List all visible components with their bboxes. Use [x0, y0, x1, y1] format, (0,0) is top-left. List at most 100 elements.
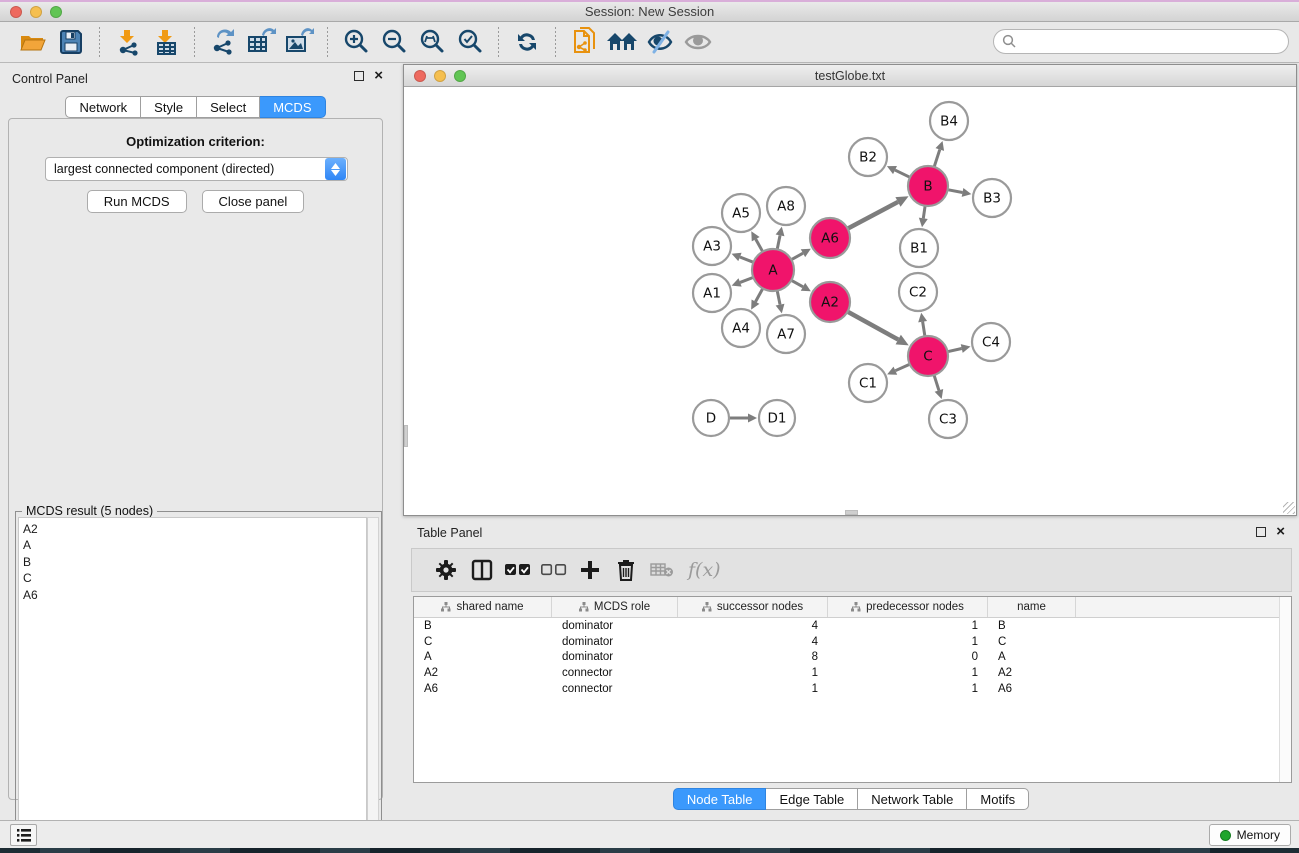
table-cell[interactable]: 0: [828, 651, 988, 663]
table-cell[interactable]: connector: [552, 683, 678, 695]
table-cell[interactable]: 1: [828, 667, 988, 679]
edge-A-A5[interactable]: [756, 239, 763, 252]
delete-table-icon[interactable]: [644, 554, 680, 586]
graph-node-A2[interactable]: A2: [810, 282, 850, 322]
table-row[interactable]: Cdominator41C: [414, 634, 1291, 650]
edge-C-C3[interactable]: [934, 375, 939, 390]
column-header-MCDS-role[interactable]: MCDS role: [552, 597, 678, 617]
graph-node-A7[interactable]: A7: [767, 315, 805, 353]
create-column-plus-icon[interactable]: [572, 554, 608, 586]
network-window-titlebar[interactable]: testGlobe.txt: [404, 65, 1296, 87]
show-graphics-eye-icon[interactable]: [682, 27, 714, 57]
import-table-icon[interactable]: [150, 27, 182, 57]
edge-C-C4[interactable]: [948, 349, 962, 352]
graph-node-C2[interactable]: C2: [899, 273, 937, 311]
table-cell[interactable]: A: [414, 651, 552, 663]
edge-A-A8[interactable]: [777, 235, 780, 249]
graph-node-A8[interactable]: A8: [767, 187, 805, 225]
edge-B-B1[interactable]: [923, 206, 925, 219]
graph-node-B2[interactable]: B2: [849, 138, 887, 176]
zoom-in-icon[interactable]: [340, 27, 372, 57]
export-image-icon[interactable]: [283, 27, 315, 57]
zoom-fit-icon[interactable]: [416, 27, 448, 57]
table-cell[interactable]: 4: [678, 636, 828, 648]
memory-button[interactable]: Memory: [1209, 824, 1291, 846]
table-cell[interactable]: C: [988, 636, 1076, 648]
node-table[interactable]: shared nameMCDS rolesuccessor nodesprede…: [413, 596, 1292, 783]
tab-mcds[interactable]: MCDS: [260, 96, 325, 118]
table-scrollbar[interactable]: [1279, 597, 1291, 782]
close-panel-icon[interactable]: ×: [374, 71, 383, 81]
refresh-icon[interactable]: [511, 27, 543, 57]
graph-node-B[interactable]: B: [908, 166, 948, 206]
edge-A-A4[interactable]: [755, 288, 762, 301]
show-column-panel-icon[interactable]: [464, 554, 500, 586]
graph-node-C[interactable]: C: [908, 336, 948, 376]
horizontal-scroll-stub[interactable]: [845, 510, 858, 515]
edge-A-A1[interactable]: [740, 277, 753, 282]
select-all-checkboxes-icon[interactable]: [500, 554, 536, 586]
graph-node-B3[interactable]: B3: [973, 179, 1011, 217]
float-panel-icon[interactable]: [354, 71, 364, 81]
edge-A-A3[interactable]: [740, 257, 754, 262]
table-row[interactable]: A6connector11A6: [414, 681, 1291, 697]
column-header-name[interactable]: name: [988, 597, 1076, 617]
network-from-document-icon[interactable]: [568, 27, 600, 57]
edge-A-A7[interactable]: [777, 291, 780, 305]
table-cell[interactable]: 1: [678, 667, 828, 679]
edge-A2-C[interactable]: [848, 312, 899, 340]
table-cell[interactable]: C: [414, 636, 552, 648]
tab-network[interactable]: Network: [65, 96, 141, 118]
column-header-shared-name[interactable]: shared name: [414, 597, 552, 617]
table-cell[interactable]: 1: [828, 683, 988, 695]
edge-A6-B[interactable]: [848, 202, 898, 229]
graph-node-C3[interactable]: C3: [929, 400, 967, 438]
delete-columns-trash-icon[interactable]: [608, 554, 644, 586]
edge-B-B4[interactable]: [934, 150, 940, 167]
table-row[interactable]: A2connector11A2: [414, 665, 1291, 681]
search-input[interactable]: [1017, 32, 1288, 52]
table-tab-node-table[interactable]: Node Table: [673, 788, 767, 810]
table-tab-network-table[interactable]: Network Table: [858, 788, 967, 810]
edge-B-B3[interactable]: [948, 190, 963, 193]
table-cell[interactable]: A: [988, 651, 1076, 663]
table-cell[interactable]: 4: [678, 620, 828, 632]
network-graph[interactable]: B4B2BB3A8A5B1A3A6AA1C2A2A4A7CC4C1C3DD1: [404, 87, 1296, 515]
table-cell[interactable]: dominator: [552, 620, 678, 632]
table-cell[interactable]: B: [988, 620, 1076, 632]
show-panels-list-button[interactable]: [10, 824, 37, 846]
tab-style[interactable]: Style: [141, 96, 197, 118]
table-cell[interactable]: 1: [828, 636, 988, 648]
graph-node-D[interactable]: D: [693, 400, 729, 436]
graph-node-A1[interactable]: A1: [693, 274, 731, 312]
open-session-icon[interactable]: [17, 27, 49, 57]
table-cell[interactable]: A6: [988, 683, 1076, 695]
edge-A-A2[interactable]: [791, 280, 803, 287]
graph-node-A6[interactable]: A6: [810, 218, 850, 258]
close-panel-button[interactable]: Close panel: [202, 190, 305, 213]
result-item[interactable]: A2: [23, 521, 366, 537]
column-header-successor-nodes[interactable]: successor nodes: [678, 597, 828, 617]
edge-B-B2[interactable]: [895, 170, 910, 177]
edge-C-C2[interactable]: [923, 322, 925, 337]
vertical-scroll-stub[interactable]: [404, 425, 408, 447]
deselect-all-checkboxes-icon[interactable]: [536, 554, 572, 586]
network-canvas[interactable]: B4B2BB3A8A5B1A3A6AA1C2A2A4A7CC4C1C3DD1: [404, 87, 1296, 515]
graph-node-A3[interactable]: A3: [693, 227, 731, 265]
table-row[interactable]: Adominator80A: [414, 650, 1291, 666]
table-cell[interactable]: connector: [552, 667, 678, 679]
table-cell[interactable]: 1: [828, 620, 988, 632]
mcds-result-list[interactable]: A2ABCA6: [18, 517, 367, 849]
table-options-gear-icon[interactable]: [428, 554, 464, 586]
result-list-scrollbar[interactable]: [367, 517, 379, 849]
table-cell[interactable]: B: [414, 620, 552, 632]
table-cell[interactable]: dominator: [552, 651, 678, 663]
function-builder-icon[interactable]: f(x): [688, 559, 721, 581]
graph-node-B4[interactable]: B4: [930, 102, 968, 140]
save-session-icon[interactable]: [55, 27, 87, 57]
float-table-panel-icon[interactable]: [1256, 527, 1266, 537]
result-item[interactable]: B: [23, 554, 366, 570]
graph-node-A5[interactable]: A5: [722, 194, 760, 232]
table-row[interactable]: Bdominator41B: [414, 618, 1291, 634]
graph-node-A4[interactable]: A4: [722, 309, 760, 347]
